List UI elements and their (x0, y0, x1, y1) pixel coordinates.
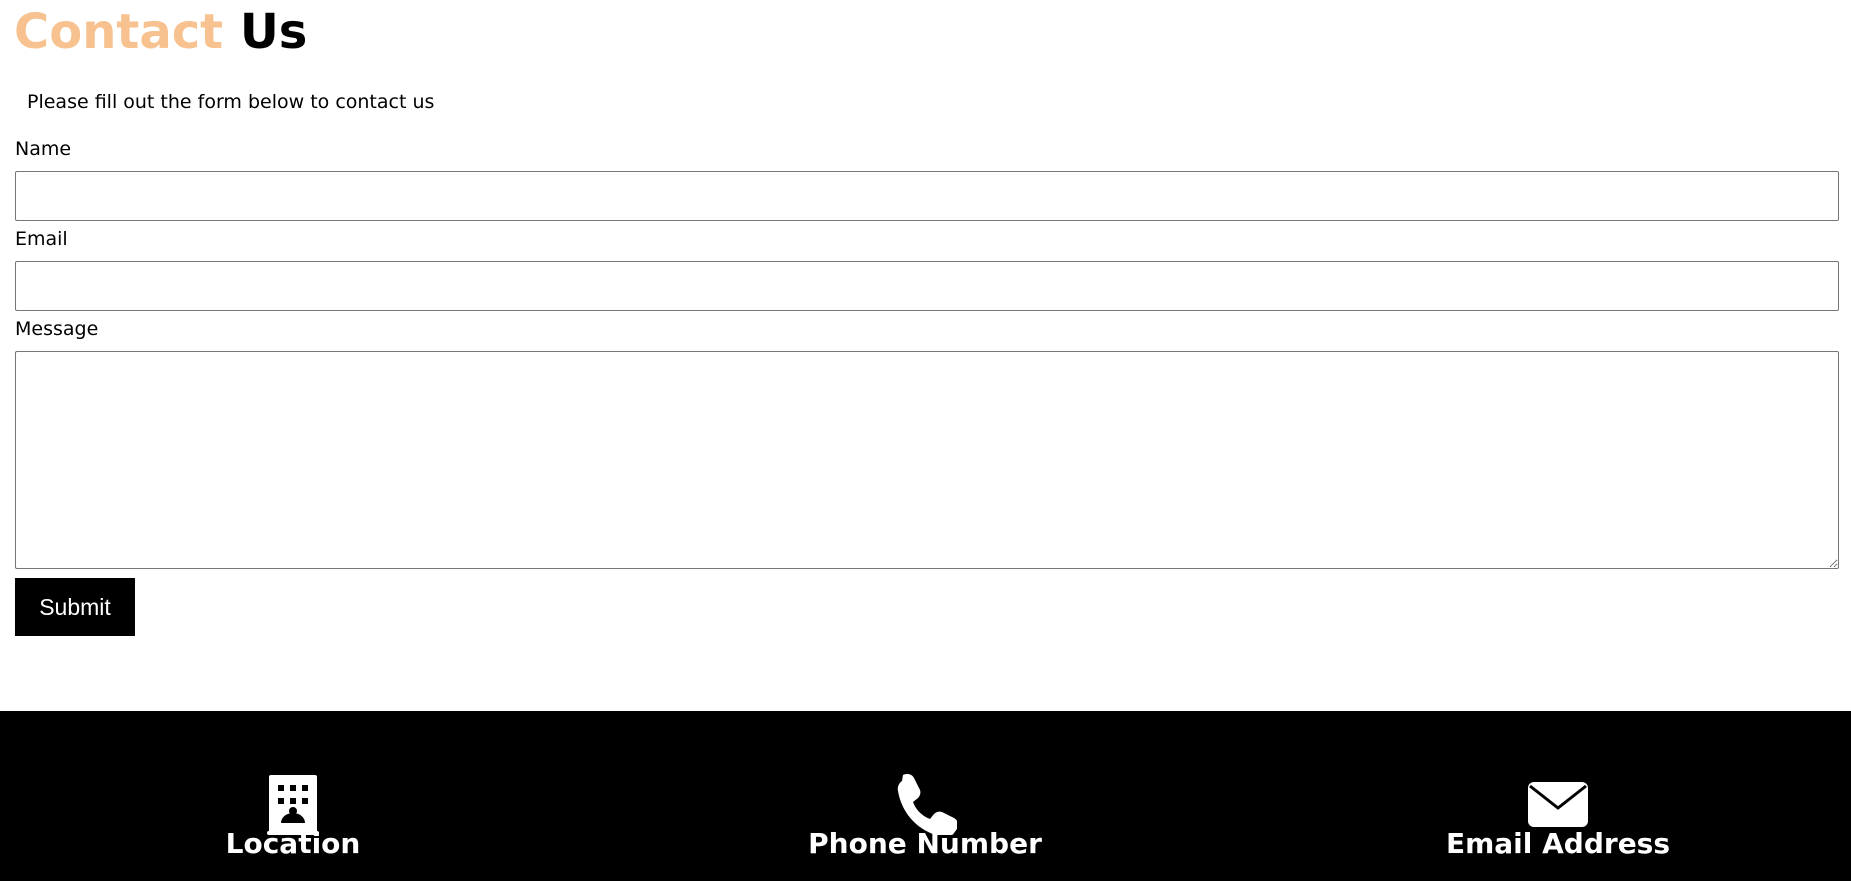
footer-location: Location (133, 771, 453, 861)
page-title: Contact Us (14, 2, 307, 62)
message-label: Message (15, 318, 99, 340)
submit-button[interactable]: Submit (15, 578, 135, 636)
intro-text: Please fill out the form below to contac… (27, 91, 435, 113)
phone-icon (897, 774, 957, 835)
footer-phone-label: Phone Number (808, 827, 1042, 860)
page-title-accent: Contact (14, 4, 224, 60)
footer-email: Email Address (1398, 771, 1718, 861)
name-label: Name (15, 138, 72, 160)
footer-email-label: Email Address (1445, 827, 1671, 860)
email-field[interactable] (15, 261, 1839, 311)
footer-phone: Phone Number (765, 771, 1085, 861)
footer-location-label: Location (225, 827, 361, 860)
building-icon (267, 775, 319, 835)
contact-footer: Location Phone Number Email Address (0, 711, 1851, 881)
message-field[interactable] (15, 351, 1839, 569)
envelope-icon (1528, 782, 1588, 827)
page-title-rest: Us (239, 4, 308, 60)
email-label: Email (15, 228, 68, 250)
name-field[interactable] (15, 171, 1839, 221)
